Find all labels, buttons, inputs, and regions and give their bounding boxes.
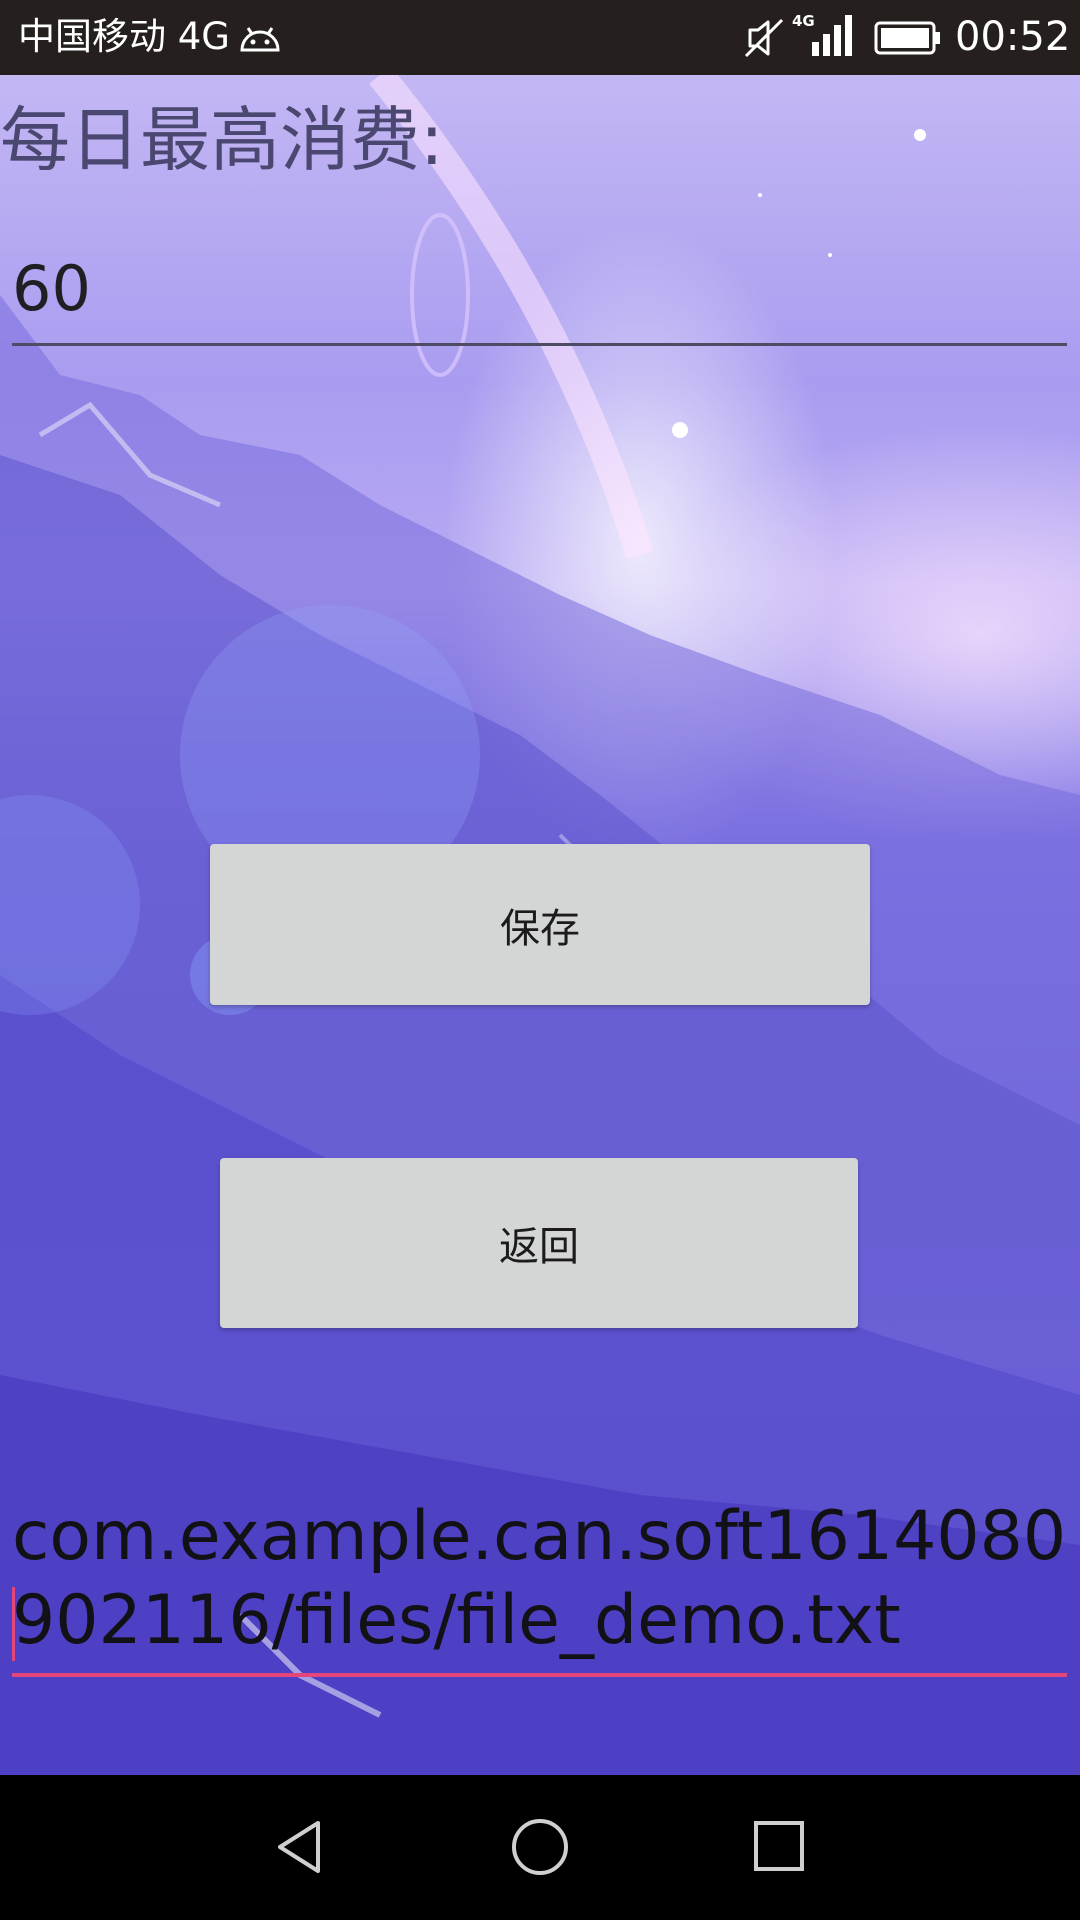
text-cursor [12,1587,15,1661]
network-badge: 4G [792,12,815,30]
status-bar: 中国移动 4G 4G 00:52 [0,0,1080,75]
signal-icon: 4G [792,12,852,56]
home-circle-icon[interactable] [510,1817,570,1877]
battery-icon [874,21,940,55]
screen: 中国移动 4G 4G 00:52 每日最高消费: 60 保存 返回 com.ex… [0,0,1080,1920]
back-triangle-icon[interactable] [270,1817,330,1877]
navigation-bar [0,1775,1080,1920]
daily-max-amount-input[interactable] [12,233,1067,346]
save-button[interactable]: 保存 [210,844,870,1005]
file-path-text: com.example.can.soft1614080902116/files/… [12,1497,1067,1660]
back-button[interactable]: 返回 [220,1158,858,1328]
file-path-field[interactable]: com.example.can.soft1614080902116/files/… [12,1495,1067,1677]
mute-icon [744,18,784,58]
app-content: 每日最高消费: 保存 返回 com.example.can.soft161408… [0,75,1080,1775]
clock: 00:52 [955,14,1071,60]
android-icon [240,27,280,52]
carrier-label: 中国移动 4G [18,15,230,58]
recent-apps-square-icon[interactable] [750,1817,810,1877]
daily-max-label: 每日最高消费: [0,99,444,181]
